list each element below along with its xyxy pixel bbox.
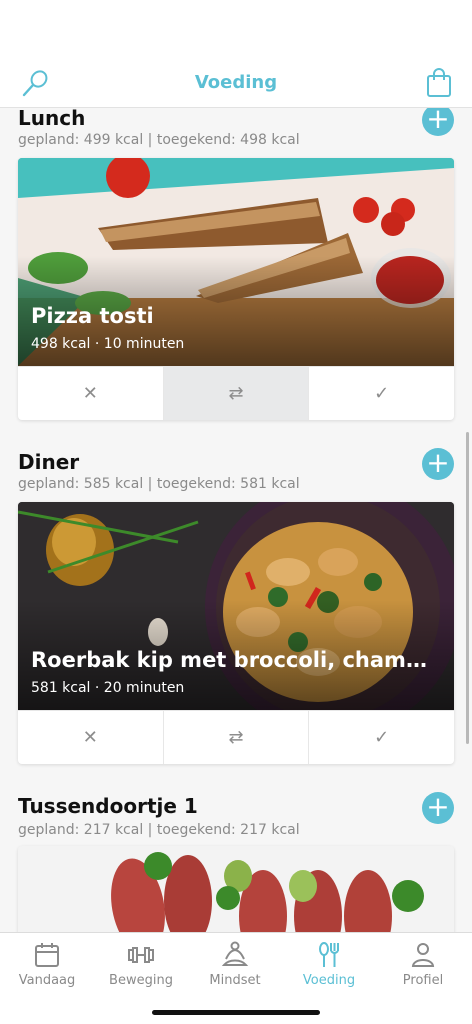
page-title: Voeding — [194, 72, 278, 93]
section-kcal-summary: gepland: 217 kcal | toegekend: 217 kcal — [18, 822, 300, 838]
scrollbar[interactable] — [466, 432, 469, 744]
shopping-bag-icon[interactable] — [426, 68, 452, 98]
plus-icon: + — [426, 790, 450, 823]
add-meal-button[interactable]: + — [422, 792, 454, 824]
plus-icon: + — [426, 108, 450, 135]
dumbbell-icon — [128, 947, 154, 963]
swap-meal-button[interactable]: ⇄ — [164, 711, 310, 764]
section-kcal-summary: gepland: 585 kcal | toegekend: 581 kcal — [18, 476, 300, 492]
meal-name: Pizza tosti — [31, 304, 154, 328]
meal-card[interactable]: Roerbak kip met broccoli, champi... 581 … — [18, 502, 454, 764]
add-meal-button[interactable]: + — [422, 448, 454, 480]
close-icon: ✕ — [82, 383, 98, 404]
meal-name: Roerbak kip met broccoli, champi... — [31, 648, 441, 672]
tab-voeding[interactable]: Voeding — [282, 941, 376, 988]
tab-profiel[interactable]: Profiel — [376, 941, 470, 988]
swap-icon: ⇄ — [228, 727, 244, 748]
tab-label: Beweging — [109, 973, 173, 988]
reject-meal-button[interactable]: ✕ — [18, 711, 164, 764]
meal-meta: 498 kcal · 10 minuten — [31, 336, 185, 352]
meal-plan-list[interactable]: Lunch gepland: 499 kcal | toegekend: 498… — [0, 108, 472, 932]
tab-vandaag[interactable]: Vandaag — [0, 941, 94, 988]
section-kcal-summary: gepland: 499 kcal | toegekend: 498 kcal — [18, 132, 300, 148]
tab-label: Voeding — [302, 973, 356, 988]
reject-meal-button[interactable]: ✕ — [18, 367, 164, 420]
meal-meta: 581 kcal · 20 minuten — [31, 680, 185, 696]
home-indicator[interactable] — [152, 1010, 320, 1015]
calendar-icon — [35, 943, 59, 967]
swap-icon: ⇄ — [228, 383, 244, 404]
meal-actions: ✕ ⇄ ✓ — [18, 710, 454, 764]
meal-photo: Roerbak kip met broccoli, champi... 581 … — [18, 502, 454, 710]
confirm-meal-button[interactable]: ✓ — [309, 367, 454, 420]
meal-photo — [18, 846, 454, 932]
tab-label: Vandaag — [18, 973, 76, 988]
swap-meal-button[interactable]: ⇄ — [163, 367, 310, 420]
section-title: Lunch — [18, 108, 86, 130]
tab-label: Mindset — [209, 973, 261, 988]
section-title: Diner — [18, 450, 80, 474]
confirm-meal-button[interactable]: ✓ — [309, 711, 454, 764]
person-icon — [411, 943, 435, 967]
meal-photo: Pizza tosti 498 kcal · 10 minuten — [18, 158, 454, 366]
meal-card[interactable] — [18, 846, 454, 932]
tab-mindset[interactable]: Mindset — [188, 941, 282, 988]
close-icon: ✕ — [82, 727, 98, 748]
meal-card[interactable]: Pizza tosti 498 kcal · 10 minuten ✕ ⇄ ✓ — [18, 158, 454, 420]
app-header: Voeding — [0, 0, 472, 108]
add-meal-button[interactable]: + — [422, 108, 454, 136]
meal-actions: ✕ ⇄ ✓ — [18, 366, 454, 420]
checkmark-icon: ✓ — [374, 383, 390, 404]
tab-beweging[interactable]: Beweging — [94, 941, 188, 988]
checkmark-icon: ✓ — [374, 727, 390, 748]
fork-knife-icon — [319, 942, 339, 967]
meditation-icon — [221, 941, 249, 966]
plus-icon: + — [426, 446, 450, 479]
tab-label: Profiel — [402, 973, 444, 988]
section-title: Tussendoortje 1 — [18, 794, 198, 818]
